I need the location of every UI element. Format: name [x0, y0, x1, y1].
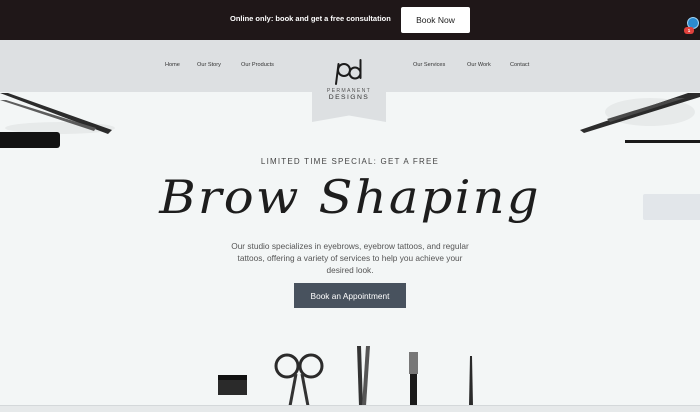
brush — [409, 352, 418, 406]
hero-eyebrow: LIMITED TIME SPECIAL: GET A FREE — [260, 157, 440, 166]
right-side-tab[interactable] — [643, 194, 700, 220]
bottom-strip — [0, 405, 700, 412]
book-appointment-button[interactable]: Book an Appointment — [294, 283, 406, 308]
tweezers-top-right — [580, 93, 700, 133]
right-pencil — [625, 140, 700, 143]
thin-pencil — [469, 356, 473, 406]
scissors — [274, 353, 324, 407]
hero-description: Our studio specializes in eyebrows, eyeb… — [231, 241, 469, 275]
tweezers-top-left — [0, 93, 115, 134]
tweezers-bottom — [357, 346, 370, 406]
hero-headline: Brow Shaping — [159, 170, 541, 224]
left-decor-bar — [0, 132, 60, 148]
comb — [218, 375, 247, 395]
